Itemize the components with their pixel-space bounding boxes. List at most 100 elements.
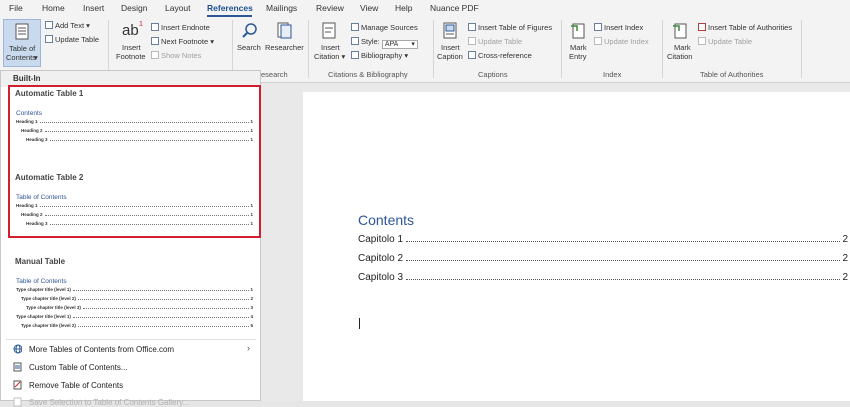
document-toc-entry[interactable]: Capitolo 3 2 [358,272,848,283]
tab-file[interactable]: File [9,3,23,13]
style-icon [351,37,359,45]
tab-home[interactable]: Home [42,3,65,13]
toc-button-label-2: Contents [6,53,37,62]
mark-entry-label-2: Entry [569,52,587,61]
bibliography-icon [351,51,359,59]
update-index-button[interactable]: Update Index [594,37,649,46]
mark-entry-button[interactable]: Mark Entry [565,21,591,67]
tab-view[interactable]: View [360,3,378,13]
more-tables-menu-item[interactable]: More Tables of Contents from Office.com [29,345,174,354]
mark-citation-label-2: Citation [667,52,693,61]
cross-reference-button[interactable]: Cross-reference [468,51,532,60]
manage-sources-button[interactable]: Manage Sources [351,23,418,32]
insert-citation-label-2: Citation ▾ [314,52,346,61]
insert-footnote-label-2: Footnote [116,52,146,61]
insert-citation-label-1: Insert [321,43,340,52]
document-toc-entry[interactable]: Capitolo 1 2 [358,234,848,245]
text-cursor [359,318,360,329]
style-value: APA [384,41,399,48]
manual-table-option[interactable] [7,251,257,335]
refresh-icon [468,37,476,45]
insert-citation-text: Citation [314,52,340,61]
tab-design[interactable]: Design [121,3,147,13]
bibliography-label: Bibliography [361,51,403,60]
insert-endnote-button[interactable]: Insert Endnote [151,23,210,32]
mark-entry-icon [571,23,585,39]
dot-leader [406,241,841,242]
add-text-icon [45,21,53,29]
insert-index-button[interactable]: Insert Index [594,23,643,32]
remove-toc-icon [13,380,22,390]
tab-nuance-pdf[interactable]: Nuance PDF [430,3,479,13]
insert-table-of-authorities-button[interactable]: Insert Table of Authorities [698,23,792,32]
entry-text: Capitolo 3 [358,272,404,283]
search-icon [242,23,257,38]
insert-index-icon [594,23,602,31]
citation-icon [322,22,336,39]
toc-button-label-1: Table of [9,44,36,53]
insert-caption-label-1: Insert [441,43,460,52]
active-tab-indicator [207,15,252,17]
built-in-label: Built-In [13,74,41,83]
update-table-button[interactable]: Update Table [45,35,99,44]
style-select[interactable]: APA ▾ [381,40,418,49]
manage-sources-icon [351,23,359,31]
table-of-figures-icon [468,23,476,31]
document-icon [15,23,29,40]
authorities-group-label: Table of Authorities [700,70,764,79]
insert-index-label: Insert Index [604,23,644,32]
insert-endnote-label: Insert Endnote [161,23,210,32]
insert-table-of-figures-button[interactable]: Insert Table of Figures [468,23,552,32]
tab-layout[interactable]: Layout [165,3,191,13]
tab-insert[interactable]: Insert [83,3,104,13]
refresh-icon [594,37,602,45]
table-of-contents-button[interactable]: Table of Contents ▾ [3,19,41,67]
refresh-icon [45,35,53,43]
update-table-label: Update Table [55,35,100,44]
insert-caption-label-2: Caption [437,52,463,61]
toc-dropdown-menu: Built-In Automatic Table 1 Contents Head… [0,70,261,407]
ribbon-separator [801,20,802,78]
mark-entry-label-1: Mark [570,43,587,52]
show-notes-button[interactable]: Show Notes [151,51,201,60]
next-footnote-label: Next Footnote [161,37,209,46]
insert-table-of-authorities-label: Insert Table of Authorities [708,23,793,32]
captions-group-label: Captions [478,70,508,79]
researcher-label: Researcher [265,43,304,52]
insert-caption-button[interactable]: Insert Caption [436,21,466,67]
mark-citation-label-1: Mark [674,43,691,52]
document-page[interactable] [303,92,850,401]
tab-references[interactable]: References [207,3,253,13]
bibliography-button[interactable]: Bibliography ▾ [351,51,408,60]
ribbon-separator [433,20,434,78]
insert-citation-button[interactable]: Insert Citation ▾ [312,21,348,67]
update-table-authorities-button[interactable]: Update Table [698,37,752,46]
document-toc-title: Contents [358,212,415,228]
document-toc-entry[interactable]: Capitolo 2 2 [358,253,848,264]
save-selection-icon [13,397,22,407]
caption-icon [443,22,457,39]
insert-footnote-button[interactable]: ab 1 Insert Footnote [114,21,148,67]
tab-mailings[interactable]: Mailings [266,3,297,13]
style-label: Style: [361,37,380,46]
update-table-captions-button[interactable]: Update Table [468,37,522,46]
next-footnote-icon [151,37,159,45]
custom-toc-menu-item[interactable]: Custom Table of Contents... [29,363,128,372]
add-text-label: Add Text [55,21,85,30]
globe-icon [13,344,22,354]
chevron-down-icon: ▾ [34,53,38,62]
save-selection-menu-item[interactable]: Save Selection to Table of Contents Gall… [29,398,189,407]
dot-leader [406,260,841,261]
tab-help[interactable]: Help [395,3,412,13]
search-button[interactable]: Search [235,21,265,67]
endnote-icon [151,23,159,31]
mark-citation-button[interactable]: Mark Citation [665,21,695,67]
tab-review[interactable]: Review [316,3,344,13]
researcher-button[interactable]: Researcher [265,21,305,67]
mark-citation-icon [673,23,687,39]
entry-page: 2 [842,234,848,245]
insert-footnote-label-1: Insert [122,43,141,52]
next-footnote-button[interactable]: Next Footnote ▾ [151,37,214,46]
remove-toc-menu-item[interactable]: Remove Table of Contents [29,381,123,390]
add-text-button[interactable]: Add Text ▾ [45,21,90,30]
